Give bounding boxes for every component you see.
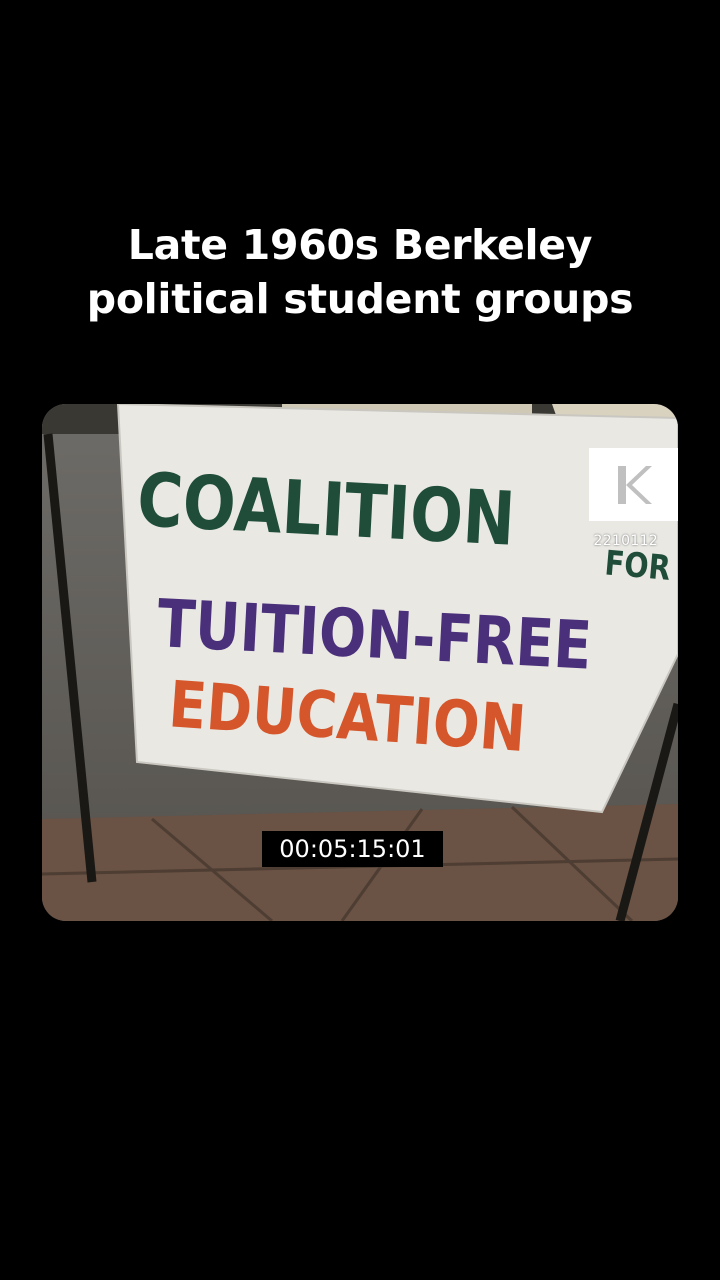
watermark-logo [589, 448, 678, 521]
sign-line-2: FOR [603, 544, 672, 589]
caption-line-2: political student groups [86, 275, 634, 323]
video-caption: Late 1960s Berkeley political student gr… [0, 218, 720, 326]
caption-line-1: Late 1960s Berkeley [127, 221, 593, 269]
timecode: 00:05:15:01 [262, 831, 443, 867]
clip-id: 2210112 [593, 533, 658, 549]
video-frame[interactable]: COALITION FOR TUITION-FREE EDUCATION 221… [42, 404, 678, 921]
k-logo-icon [617, 465, 652, 504]
